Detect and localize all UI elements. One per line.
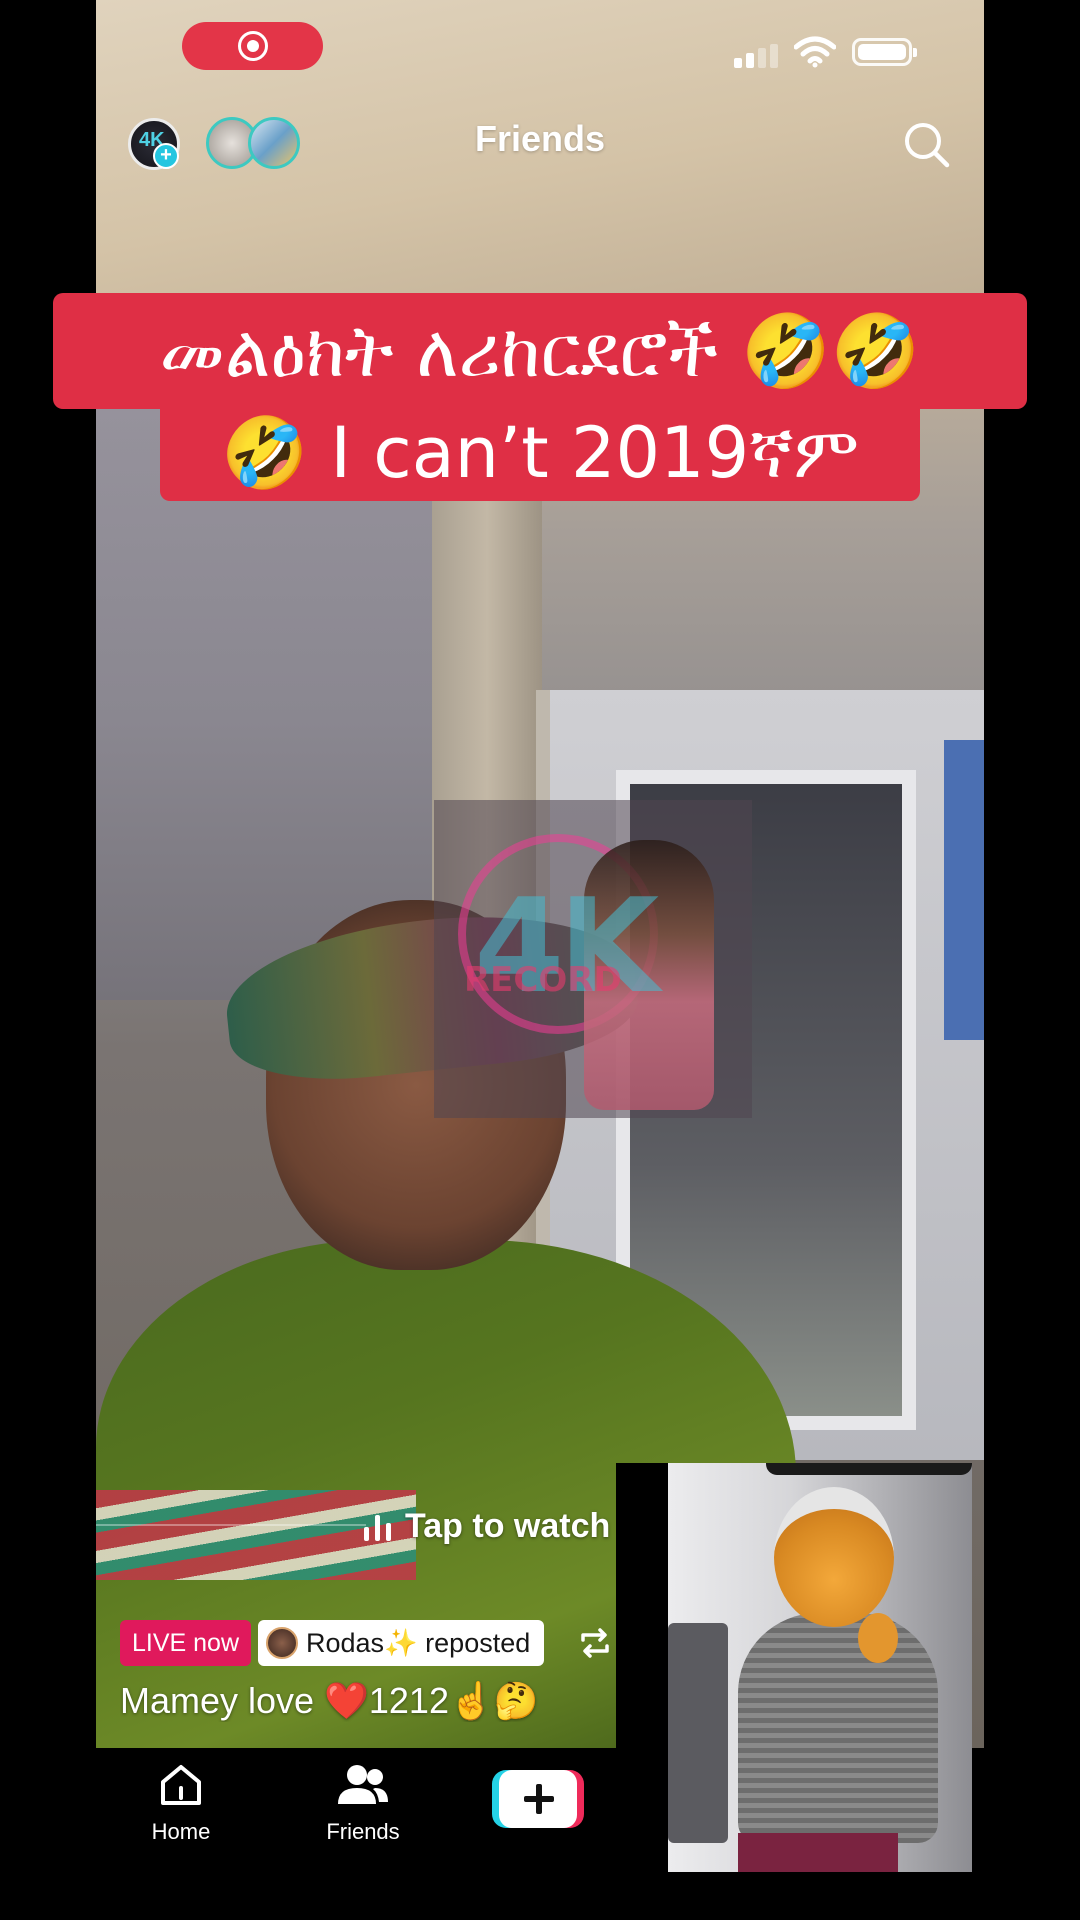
nav-home[interactable]: Home <box>126 1762 236 1845</box>
pip-background-chair <box>668 1623 728 1843</box>
nav-friends[interactable]: Friends <box>308 1762 418 1845</box>
tap-to-watch-button[interactable]: Tap to watch <box>364 1500 616 1552</box>
friends-icon <box>338 1765 388 1804</box>
battery-icon <box>852 38 917 66</box>
pip-drag-handle[interactable] <box>766 1463 972 1475</box>
reposter-avatar <box>266 1627 298 1659</box>
create-post-button[interactable] <box>492 1770 584 1828</box>
nav-home-label: Home <box>151 1819 211 1844</box>
bottom-nav-bar: Home Friends <box>96 1748 616 1920</box>
repost-icon[interactable] <box>576 1624 614 1662</box>
live-preview-divider <box>96 1524 366 1526</box>
watermark-subtext: RECORD <box>464 960 622 1000</box>
video-background-window <box>944 740 984 1040</box>
video-caption-line-1: መልዕክት ለሪከርደሮች 🤣🤣 <box>53 293 1027 409</box>
pip-figure-hand <box>858 1613 898 1663</box>
live-audio-bars-icon <box>364 1511 391 1541</box>
reposted-by-badge[interactable]: Rodas✨ reposted <box>258 1620 545 1666</box>
pip-figure-legs <box>738 1833 898 1872</box>
reposted-by-label: Rodas✨ reposted <box>306 1628 531 1658</box>
cellular-signal-icon <box>734 44 782 68</box>
pip-figure-body <box>738 1613 938 1843</box>
plus-icon-vertical <box>536 1784 542 1814</box>
video-description[interactable]: Mamey love ❤️1212☝️🤔 <box>120 1680 620 1722</box>
pip-figure-head <box>774 1487 894 1627</box>
screen-record-indicator[interactable] <box>182 22 323 70</box>
tap-to-watch-label: Tap to watch <box>405 1506 611 1545</box>
search-icon[interactable] <box>902 120 952 170</box>
wifi-icon <box>794 36 836 68</box>
video-caption-line-2: 🤣 I can’t 2019ኛም <box>160 405 920 501</box>
battery-level <box>858 44 906 60</box>
live-now-badge[interactable]: LIVE now <box>120 1620 252 1666</box>
home-icon <box>161 1765 201 1805</box>
pip-video-frame <box>668 1463 972 1872</box>
channel-watermark: 4K RECORD <box>434 800 752 1118</box>
picture-in-picture-video[interactable] <box>616 1463 972 1872</box>
screen-record-icon <box>237 31 268 61</box>
nav-friends-label: Friends <box>326 1819 400 1844</box>
